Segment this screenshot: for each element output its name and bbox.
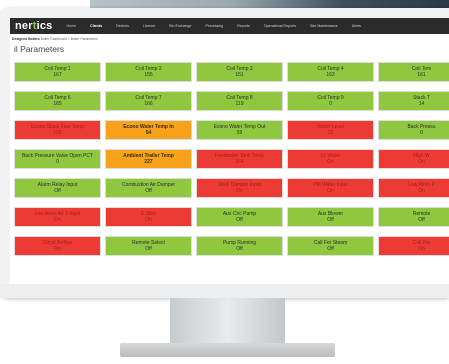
parameter-tile[interactable]: Econo Stack Flue Temp 155 <box>14 120 101 140</box>
parameter-tile[interactable]: Combustion Air Damper Off <box>105 178 192 198</box>
parameter-value: Off <box>236 246 243 252</box>
parameter-tile[interactable]: Coil Temp 2 155 <box>105 62 192 82</box>
parameter-tile[interactable]: Low Atom Air 2 Input On <box>14 207 101 227</box>
nav-item-bin-exchange[interactable]: Bin Exchange <box>169 24 191 28</box>
nav-item-alerts[interactable]: Alerts <box>352 24 361 28</box>
monitor-screen: nertics Home Clients Devices Licence Bin Exc… <box>10 18 449 284</box>
parameter-tile[interactable]: Coil Temp 1 167 <box>14 62 101 82</box>
parameter-value: Off <box>236 217 243 223</box>
parameter-value: 0 <box>329 101 332 107</box>
main-content: Designed Boilers Boiler Dashboard > Boil… <box>10 34 449 284</box>
parameter-tile[interactable]: High W On <box>378 149 449 169</box>
parameter-value: 59 <box>236 130 243 136</box>
parameter-tile[interactable]: Alarm Relay Input Off <box>14 178 101 198</box>
parameter-tile[interactable]: Coil Temp 4 163 <box>287 62 374 82</box>
parameter-value: On <box>54 246 61 252</box>
parameter-value: 0 <box>420 130 423 136</box>
nav-item-home[interactable]: Home <box>67 24 77 28</box>
parameter-tile[interactable]: PM Water Input On <box>287 178 374 198</box>
parameter-tile[interactable]: Remote Select Off <box>105 236 192 256</box>
page-title: il Parameters <box>14 44 65 54</box>
parameter-value: On <box>418 246 425 252</box>
parameter-value: 155 <box>144 72 153 78</box>
parameter-tile[interactable]: Coil Temp 7 166 <box>105 91 192 111</box>
parameter-value: 22 <box>327 130 334 136</box>
parameter-value: On <box>418 159 425 165</box>
monitor-chin <box>0 284 449 298</box>
parameter-value: 264 <box>235 159 244 165</box>
parameter-tile[interactable]: Water Level 22 <box>287 120 374 140</box>
parameter-tile[interactable]: Pump Running Off <box>196 236 283 256</box>
parameter-tile[interactable]: Coil Temp 90 <box>287 91 374 111</box>
parameter-value: 165 <box>53 101 62 107</box>
parameter-tile[interactable]: Aux Blower Off <box>287 207 374 227</box>
nav-item-operational-reports[interactable]: Operational Reports <box>264 24 296 28</box>
parameter-tile[interactable]: E Stop On <box>105 207 192 227</box>
parameter-value: 119 <box>235 101 244 107</box>
parameter-value: On <box>327 188 334 194</box>
parameter-value: 54 <box>145 130 152 136</box>
nav-item-clients[interactable]: Clients <box>90 24 102 28</box>
parameter-tile[interactable]: Back Pressure Valve Open PCT 0 <box>14 149 101 169</box>
breadcrumb-path[interactable]: Boiler Dashboard > Boiler Parameters <box>41 37 98 41</box>
parameter-value: On <box>418 188 425 194</box>
parameter-tile[interactable]: Coil Temp 6 165 <box>14 91 101 111</box>
parameter-value: 163 <box>326 72 335 78</box>
parameter-tile[interactable]: Low Atom P On <box>378 178 449 198</box>
parameter-tile[interactable]: Feedwater Tank Temp 264 <box>196 149 283 169</box>
parameter-value: Off <box>327 246 334 252</box>
app-logo[interactable]: nertics <box>15 20 53 32</box>
nav-item-processing[interactable]: Processing <box>205 24 223 28</box>
nav-item-devices[interactable]: Devices <box>116 24 129 28</box>
parameter-value: 14 <box>418 101 425 107</box>
parameter-value: 166 <box>144 101 153 107</box>
breadcrumb-prefix[interactable]: Designed Boilers <box>12 37 40 41</box>
nav-item-site-maintenance[interactable]: Site Maintenance <box>310 24 338 28</box>
top-navbar: nertics Home Clients Devices Licence Bin Exc… <box>10 18 449 34</box>
nav-item-reports[interactable]: Reports <box>237 24 250 28</box>
parameter-value: Off <box>418 217 425 223</box>
parameter-tile[interactable]: Call For On <box>378 236 449 256</box>
parameter-tile[interactable]: Coil Temp 8 119 <box>196 91 283 111</box>
parameter-tile[interactable]: Econo Water Temp In 54 <box>105 120 192 140</box>
parameter-tile[interactable]: Coil Tem 161 <box>378 62 449 82</box>
parameter-value: Off <box>54 188 61 194</box>
monitor-stand-neck <box>170 298 285 344</box>
parameter-tile[interactable]: Shell Damper Input On <box>196 178 283 198</box>
parameter-tile[interactable]: Call For Steam Off <box>287 236 374 256</box>
parameter-value: 151 <box>235 72 244 78</box>
parameter-tile[interactable]: Remote Off <box>378 207 449 227</box>
parameter-value: On <box>327 159 334 165</box>
parameter-value: Off <box>145 246 152 252</box>
parameter-tile[interactable]: Aux Circ Pump Off <box>196 207 283 227</box>
parameter-value: 167 <box>53 72 62 78</box>
parameter-value: 155 <box>53 130 62 136</box>
parameter-value: 227 <box>144 159 153 165</box>
parameter-value: On <box>145 217 152 223</box>
parameter-value: Off <box>327 217 334 223</box>
nav-item-licence[interactable]: Licence <box>143 24 155 28</box>
parameter-value: On <box>236 188 243 194</box>
parameter-tile[interactable]: Lo Water On <box>287 149 374 169</box>
parameter-value: Off <box>145 188 152 194</box>
parameter-tile[interactable]: Ambient Trailer Temp 227 <box>105 149 192 169</box>
parameter-tile[interactable]: Econo Water Temp Out 59 <box>196 120 283 140</box>
parameter-value: 0 <box>56 159 59 165</box>
monitor-stand-base <box>120 343 335 357</box>
parameter-value: On <box>54 217 61 223</box>
parameter-tile[interactable]: Coil Temp 3 151 <box>196 62 283 82</box>
parameter-tile[interactable]: Back Pressu 0 <box>378 120 449 140</box>
parameter-tile[interactable]: Stack T 14 <box>378 91 449 111</box>
parameter-grid: Coil Temp 1 167 Coil Temp 2 155 Coil Temp 31… <box>14 62 449 274</box>
parameter-tile[interactable]: Circul Reflow On <box>14 236 101 256</box>
parameter-value: 161 <box>417 72 426 78</box>
breadcrumb: Designed Boilers Boiler Dashboard > Boil… <box>12 37 98 41</box>
